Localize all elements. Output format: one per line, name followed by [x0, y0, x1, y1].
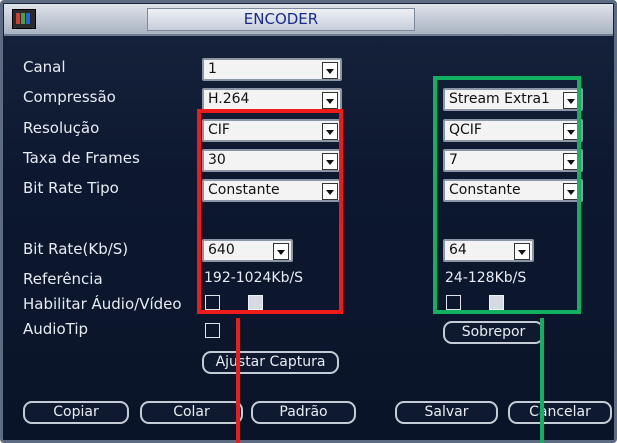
main-stream-pointer-line	[236, 318, 240, 443]
label-resolucao: Resolução	[23, 119, 100, 137]
label-bit-rate: Bit Rate(Kb/S)	[23, 240, 129, 258]
label-audiotip: AudioTip	[23, 320, 89, 338]
title-bar: ENCODER	[4, 4, 613, 36]
chevron-down-icon[interactable]	[322, 92, 338, 109]
label-canal: Canal	[23, 58, 66, 76]
sobrepor-button[interactable]: Sobrepor	[443, 321, 544, 344]
label-taxa-frames: Taxa de Frames	[23, 149, 140, 167]
canal-select[interactable]: 1	[202, 58, 342, 81]
compressao-select[interactable]: H.264	[202, 88, 342, 111]
canal-value: 1	[208, 61, 217, 77]
label-bit-rate-tipo: Bit Rate Tipo	[23, 179, 119, 197]
padrao-button[interactable]: Padrão	[251, 401, 356, 424]
extra-stream-highlight	[433, 76, 581, 314]
main-stream-highlight	[197, 109, 343, 314]
app-icon	[12, 9, 36, 29]
salvar-button[interactable]: Salvar	[395, 401, 498, 424]
label-referencia: Referência	[23, 270, 103, 288]
label-compressao: Compressão	[23, 88, 116, 106]
compressao-value: H.264	[208, 91, 250, 107]
audiotip-checkbox[interactable]	[205, 323, 220, 338]
chevron-down-icon[interactable]	[322, 62, 338, 79]
colar-button[interactable]: Colar	[140, 401, 243, 424]
copiar-button[interactable]: Copiar	[23, 401, 129, 424]
extra-stream-pointer-line	[540, 318, 544, 443]
window-title: ENCODER	[147, 8, 415, 31]
ajustar-captura-button[interactable]: Ajustar Captura	[202, 351, 339, 374]
cancelar-button[interactable]: Cancelar	[508, 401, 612, 424]
label-habilitar-audio-video: Habilitar Áudio/Vídeo	[23, 295, 182, 313]
